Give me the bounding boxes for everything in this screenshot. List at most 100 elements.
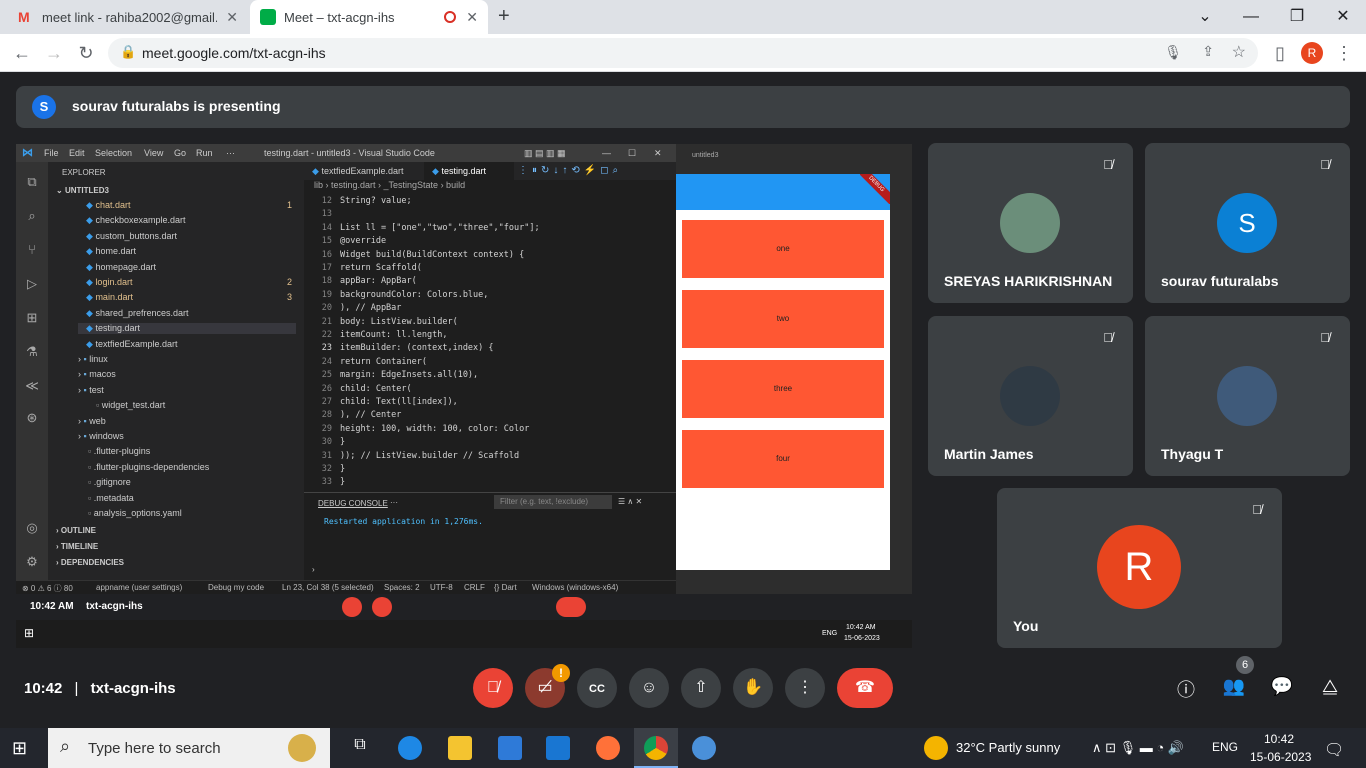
search-icon[interactable]: ⌕ — [24, 208, 40, 224]
list-item[interactable]: two — [682, 290, 884, 348]
menu-selection[interactable]: Selection — [95, 148, 132, 158]
problems-count[interactable]: ⊗ 0 ⚠ 6 ⓘ 80 — [22, 583, 73, 594]
folder-item[interactable]: ▫ .flutter-plugins-dependencies — [88, 462, 209, 472]
menu-view[interactable]: View — [144, 148, 163, 158]
status-eol[interactable]: CRLF — [464, 583, 485, 592]
shared-screen[interactable]: ⋈ File Edit Selection View Go Run ··· te… — [16, 144, 912, 648]
language-indicator[interactable]: ENG — [1212, 740, 1238, 754]
lock-icon[interactable]: 🔒 — [120, 44, 136, 60]
minimize-icon[interactable]: — — [602, 148, 611, 158]
editor-tab[interactable]: ◆ textfiedExample.dart — [304, 162, 424, 180]
taskbar-search[interactable]: ⌕ Type here to search — [48, 728, 330, 768]
activities-icon[interactable]: ⧋ — [1317, 676, 1343, 702]
settings-gear-icon[interactable]: ⚙ — [24, 554, 40, 570]
task-view-icon[interactable]: ⧉ — [348, 736, 372, 760]
present-button[interactable]: ⇧ — [681, 668, 721, 708]
code-editor[interactable]: ◆ textfiedExample.dart ◆ testing.dart ⋮⏸… — [304, 162, 676, 492]
people-icon[interactable]: 👥 — [1221, 676, 1247, 702]
firefox-icon[interactable] — [596, 736, 620, 760]
forward-icon[interactable]: → — [42, 41, 66, 65]
list-item[interactable]: four — [682, 430, 884, 488]
extensions-icon[interactable]: ⊞ — [24, 310, 40, 326]
folder-item[interactable]: › ▪ macos — [78, 369, 116, 379]
status-position[interactable]: Ln 23, Col 38 (5 selected) — [282, 583, 374, 592]
folder-item[interactable]: › ▪ linux — [78, 354, 108, 364]
bookmark-star-icon[interactable]: ☆ — [1232, 42, 1246, 62]
status-language[interactable]: {} Dart — [494, 583, 517, 592]
emoji-button[interactable]: ☺ — [629, 668, 669, 708]
file-item[interactable]: ◆ login.dart 2 — [86, 277, 304, 288]
layout-icons[interactable]: ▥ ▤ ▥ ▦ — [524, 148, 566, 159]
mail-icon[interactable] — [546, 736, 570, 760]
menu-go[interactable]: Go — [174, 148, 186, 158]
participant-tile[interactable]: 🎙̸ S sourav futuralabs — [1145, 143, 1350, 303]
chrome-taskbar-active[interactable] — [634, 728, 678, 768]
testing-icon[interactable]: ⚗ — [24, 344, 40, 360]
folder-item[interactable]: › ▪ windows — [78, 431, 124, 441]
close-tab-icon[interactable]: ✕ — [226, 9, 238, 26]
list-item[interactable]: one — [682, 220, 884, 278]
folder-item[interactable]: › ▪ test — [78, 385, 104, 395]
clock-date[interactable]: 15-06-2023 — [1250, 750, 1311, 764]
raise-hand-button[interactable]: ✋ — [733, 668, 773, 708]
folder-item[interactable]: ▫ .metadata — [88, 493, 134, 503]
participant-tile[interactable]: 🎙̸ Martin James — [928, 316, 1133, 476]
debug-toolbar-icons[interactable]: ☰ ∧ ✕ — [618, 497, 642, 506]
folder-item[interactable]: › ▪ web — [78, 416, 106, 426]
dependencies-section[interactable]: › DEPENDENCIES — [56, 558, 124, 567]
file-item[interactable]: ◆ checkboxexample.dart — [86, 215, 304, 226]
close-tab-icon[interactable]: ✕ — [466, 9, 478, 26]
status-debug[interactable]: Debug my code — [208, 583, 264, 592]
minimize-button[interactable]: — — [1228, 4, 1274, 30]
chat-icon[interactable]: 💬 — [1269, 676, 1295, 702]
mic-icon[interactable]: 🎙 — [1164, 44, 1182, 61]
run-debug-icon[interactable]: ▷ — [24, 276, 40, 292]
file-item[interactable]: ◆ custom_buttons.dart — [86, 231, 304, 242]
new-tab-button[interactable]: + — [498, 5, 510, 28]
app-screen[interactable]: DEBUG one two three four — [676, 174, 890, 570]
file-item[interactable]: ◆ testing.dart — [78, 323, 296, 335]
clock-time[interactable]: 10:42 — [1264, 732, 1294, 746]
outline-section[interactable]: › OUTLINE — [56, 526, 96, 535]
address-bar[interactable]: 🔒 meet.google.com/txt-acgn-ihs 🎙 ⇪ ☆ — [108, 38, 1258, 68]
status-spaces[interactable]: Spaces: 2 — [384, 583, 420, 592]
notification-icon[interactable]: 🗨 — [1324, 740, 1344, 760]
menu-kebab-icon[interactable]: ⋮ — [1332, 41, 1356, 65]
folder-item[interactable]: ▫ widget_test.dart — [96, 400, 165, 410]
file-item[interactable]: ◆ shared_prefrences.dart — [86, 308, 304, 319]
menu-more[interactable]: ··· — [226, 148, 235, 158]
menu-edit[interactable]: Edit — [69, 148, 85, 158]
more-options-button[interactable]: ⋮ — [785, 668, 825, 708]
account-icon[interactable]: ◎ — [24, 520, 40, 536]
edge-icon[interactable] — [398, 736, 422, 760]
debug-toolbar[interactable]: ⋮⏸↻↓↑⟲⚡◻⌕ — [518, 165, 622, 176]
project-name[interactable]: ⌄ UNTITLED3 — [56, 186, 109, 195]
debug-more-icon[interactable]: ··· — [390, 498, 398, 507]
menu-run[interactable]: Run — [196, 148, 213, 158]
close-window-button[interactable]: ✕ — [1320, 4, 1366, 30]
start-button[interactable]: ⊞ — [12, 738, 27, 759]
share-icon[interactable]: ⇪ — [1202, 43, 1214, 60]
files-icon[interactable]: ⧉ — [24, 174, 40, 190]
side-panel-icon[interactable]: ▯ — [1268, 41, 1292, 65]
end-call-button[interactable]: ☎ — [837, 668, 893, 708]
source-control-icon[interactable]: ⑂ — [24, 242, 40, 258]
captions-button[interactable]: CC — [577, 668, 617, 708]
folder-item[interactable]: ▫ analysis_options.yaml — [88, 508, 182, 518]
debug-filter-input[interactable]: Filter (e.g. text, !exclude) — [494, 495, 612, 509]
tray-icons[interactable]: ∧ ⊡ 🎙 ▬ ◔ 🔊 — [1092, 740, 1184, 756]
weather-text[interactable]: 32°C Partly sunny — [956, 740, 1060, 755]
restore-button[interactable]: ❐ — [1274, 4, 1320, 30]
flutter-icon[interactable]: ≪ — [24, 378, 40, 394]
maximize-icon[interactable]: ☐ — [628, 148, 636, 159]
file-item[interactable]: ◆ homepage.dart — [86, 262, 304, 273]
file-item[interactable]: ◆ chat.dart 1 — [86, 200, 304, 211]
app-icon[interactable] — [692, 736, 716, 760]
file-item[interactable]: ◆ textfiedExample.dart — [86, 339, 304, 350]
file-item[interactable]: ◆ home.dart — [86, 246, 304, 257]
participant-tile[interactable]: 🎙̸ Thyagu T — [1145, 316, 1350, 476]
folder-item[interactable]: ▫ .flutter-plugins — [88, 446, 150, 456]
debug-console-tab[interactable]: DEBUG CONSOLE — [318, 499, 388, 508]
tab-search-icon[interactable]: ⌄ — [1182, 4, 1228, 30]
status-appname[interactable]: appname (user settings) — [96, 583, 182, 592]
